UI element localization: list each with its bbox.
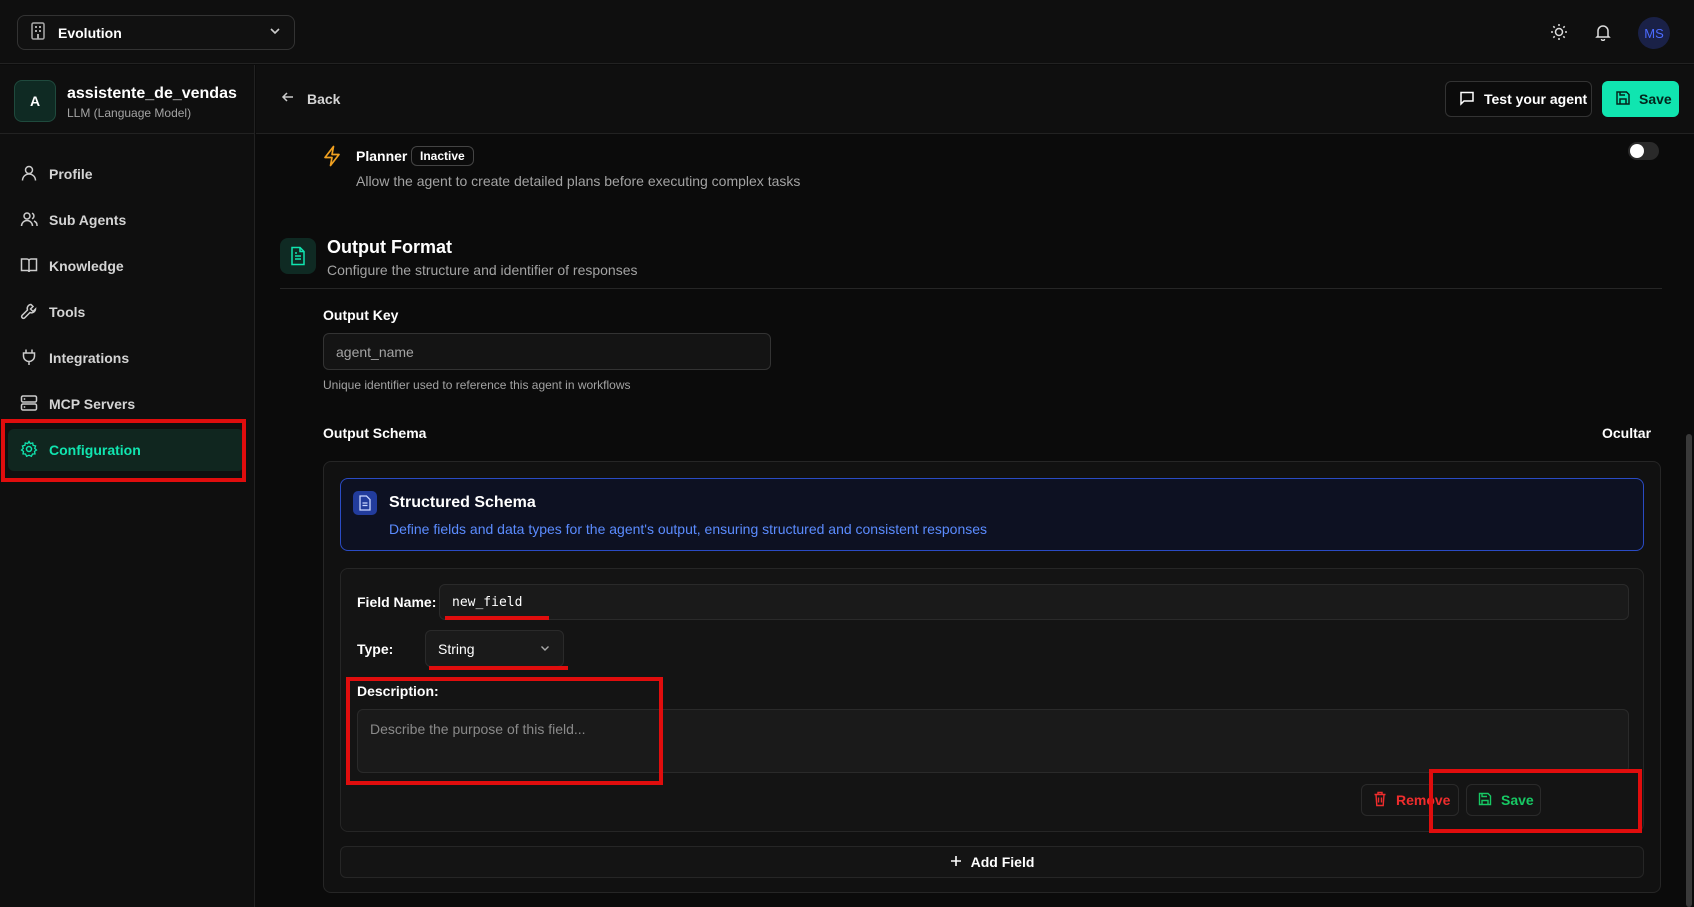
add-field-button[interactable]: Add Field — [340, 846, 1644, 878]
sidebar-item-integrations[interactable]: Integrations — [8, 337, 244, 379]
type-label: Type: — [357, 641, 394, 657]
users-icon — [20, 210, 38, 231]
sidebar-item-label: Knowledge — [49, 258, 124, 274]
sidebar-item-knowledge[interactable]: Knowledge — [8, 245, 244, 287]
save-agent-button[interactable]: Save — [1602, 81, 1679, 117]
chevron-down-icon — [268, 24, 282, 41]
sidebar-item-label: MCP Servers — [49, 396, 136, 412]
file-text-icon — [280, 238, 316, 274]
section-title: Output Format — [327, 237, 452, 257]
sidebar-item-profile[interactable]: Profile — [8, 153, 244, 195]
status-badge: Inactive — [411, 146, 474, 166]
workspace-select[interactable]: Evolution — [17, 15, 295, 50]
output-key-hint: Unique identifier used to reference this… — [323, 378, 631, 392]
save-agent-label: Save — [1639, 91, 1672, 107]
highlight-description — [346, 677, 663, 785]
file-text-icon — [353, 491, 377, 515]
output-key-input[interactable]: agent_name — [323, 333, 771, 370]
info-description: Define fields and data types for the age… — [389, 521, 988, 537]
field-name-input[interactable]: new_field — [439, 584, 1629, 620]
server-icon — [20, 394, 38, 415]
planner-title: Planner — [356, 148, 408, 164]
user-avatar[interactable]: MS — [1638, 17, 1670, 49]
output-schema-label: Output Schema — [323, 425, 427, 441]
agent-name: assistente_de_vendas — [67, 85, 237, 102]
sidebar-item-sub-agents[interactable]: Sub Agents — [8, 199, 244, 241]
user-icon — [20, 164, 38, 185]
planner-description: Allow the agent to create detailed plans… — [356, 173, 801, 189]
agent-card: A assistente_de_vendas LLM (Language Mod… — [0, 65, 254, 134]
add-field-label: Add Field — [970, 854, 1035, 870]
zap-icon — [322, 145, 342, 170]
info-title: Structured Schema — [389, 494, 536, 511]
page-header: Back Test your agent Save — [256, 65, 1694, 134]
top-bar: Evolution MS — [0, 0, 1694, 64]
building-icon — [30, 22, 46, 43]
highlight-actions — [1429, 769, 1642, 833]
plug-icon — [20, 348, 38, 369]
book-icon — [20, 256, 38, 277]
type-select[interactable]: String — [425, 630, 564, 667]
message-square-icon — [1459, 90, 1475, 109]
workspace-name: Evolution — [58, 24, 122, 41]
field-name-label: Field Name: — [357, 594, 437, 610]
planner-toggle[interactable] — [1628, 142, 1659, 160]
divider — [280, 288, 1662, 289]
sidebar-item-tools[interactable]: Tools — [8, 291, 244, 333]
bell-icon[interactable] — [1592, 21, 1614, 43]
test-agent-label: Test your agent — [1484, 91, 1588, 107]
arrow-left-icon — [281, 90, 295, 107]
output-key-label: Output Key — [323, 307, 399, 323]
scrollbar[interactable] — [1686, 434, 1692, 907]
structured-schema-info: Structured Schema Define fields and data… — [340, 478, 1644, 551]
back-label: Back — [307, 90, 341, 107]
test-agent-button[interactable]: Test your agent — [1445, 81, 1592, 117]
highlight-underline — [445, 616, 549, 620]
plus-icon — [950, 854, 962, 870]
chevron-down-icon — [539, 641, 551, 657]
sun-icon[interactable] — [1548, 21, 1570, 43]
sidebar: A assistente_de_vendas LLM (Language Mod… — [0, 65, 255, 907]
sidebar-item-label: Tools — [49, 304, 86, 320]
back-button[interactable]: Back — [281, 90, 340, 107]
type-value: String — [438, 640, 475, 657]
sidebar-item-label: Sub Agents — [49, 212, 127, 228]
floppy-disk-icon — [1615, 90, 1631, 109]
trash-icon — [1373, 791, 1387, 810]
toggle-knob — [1630, 144, 1644, 158]
sidebar-item-label: Profile — [49, 166, 93, 182]
sidebar-item-label: Integrations — [49, 350, 130, 366]
agent-avatar: A — [14, 80, 56, 122]
agent-type: LLM (Language Model) — [67, 106, 192, 120]
section-subtitle: Configure the structure and identifier o… — [327, 262, 638, 278]
highlight-underline — [429, 666, 568, 670]
wrench-icon — [20, 302, 38, 323]
hide-schema-button[interactable]: Ocultar — [1602, 425, 1651, 441]
highlight-configuration — [1, 419, 246, 482]
